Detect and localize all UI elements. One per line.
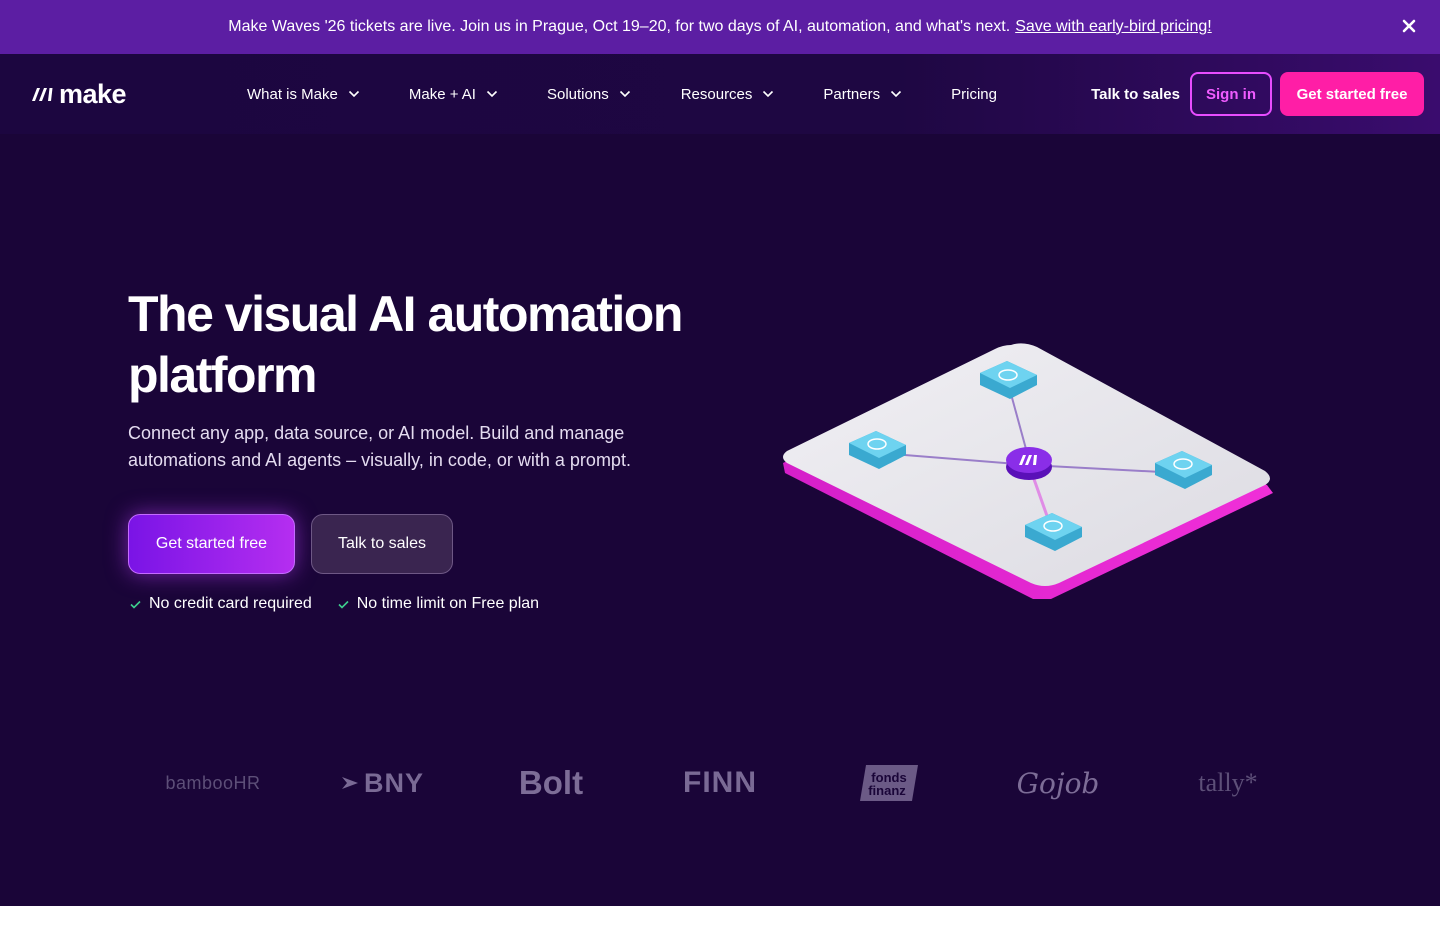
benefit-no-credit-card: No credit card required [130,595,312,613]
hero-subtitle-line-2: automations and AI agents – visually, in… [128,450,631,470]
chevron-down-icon [763,90,774,98]
bamboohr-logo: bambooHR [165,772,261,793]
nav-menu: What is Make Make + AI Solutions Resourc… [247,54,997,134]
nav-item-make-ai[interactable]: Make + AI [409,86,498,103]
make-node-icon [1006,447,1052,480]
fondsfinanz-badge-icon: fonds finanz [860,765,918,801]
nav-item-label: Pricing [951,85,997,103]
main-nav: make What is Make Make + AI Solutions Re… [0,54,1440,134]
talk-to-sales-link[interactable]: Talk to sales [1091,86,1180,103]
hero-subtitle-line-1: Connect any app, data source, or AI mode… [128,423,625,443]
page: Make Waves '26 tickets are live. Join us… [0,0,1440,906]
customer-logos: bambooHR BNY Bolt FINN fonds finanz Gojo… [0,748,1440,818]
hero-title-line-1: The visual AI automation [128,286,683,342]
get-started-free-button[interactable]: Get started free [128,514,295,574]
benefit-no-time-limit: No time limit on Free plan [338,595,539,613]
nav-item-label: Solutions [546,85,609,103]
nav-item-solutions[interactable]: Solutions [547,86,631,103]
chevron-down-icon [891,90,902,98]
nav-item-partners[interactable]: Partners [823,86,902,103]
gojob-logo: Gojob [1016,766,1100,800]
finn-logo: FINN [683,766,757,799]
check-icon [130,600,141,609]
hero-benefits: No credit card required No time limit on… [130,595,565,613]
check-icon [338,600,349,609]
make-logo-icon [32,88,53,101]
logo-wordmark: make [59,78,127,109]
tally-logo: tally* [1198,768,1258,797]
hero-title-line-2: platform [128,347,318,403]
bny-arrow-icon [341,777,358,789]
talk-to-sales-button[interactable]: Talk to sales [311,514,453,574]
nav-actions: Talk to sales Sign in Get started free [1091,72,1424,116]
hero-title: The visual AI automation platform [128,284,748,406]
fondsfinanz-line-2: finanz [868,783,906,798]
benefit-label: No credit card required [149,595,312,612]
banner-message: Make Waves '26 tickets are live. Join us… [228,18,1011,35]
nav-item-what-is-make[interactable]: What is Make [247,86,360,103]
bny-logo: BNY [334,748,430,818]
nav-item-label: Make + AI [408,85,476,103]
banner-early-bird-link[interactable]: Save with early-bird pricing! [1015,18,1212,36]
nav-item-label: What is Make [247,85,338,103]
make-logo[interactable]: make [30,78,127,109]
hero-subtitle: Connect any app, data source, or AI mode… [128,420,688,474]
nav-item-label: Partners [823,85,881,103]
nav-item-label: Resources [680,85,753,103]
chevron-down-icon [619,90,630,98]
fondsfinanz-logo: fonds finanz [858,748,920,818]
nav-item-resources[interactable]: Resources [681,86,775,103]
chevron-down-icon [486,90,498,98]
sign-in-button[interactable]: Sign in [1190,72,1272,116]
bny-wordmark: BNY [363,767,424,798]
get-started-free-nav-button[interactable]: Get started free [1280,72,1424,116]
announcement-banner: Make Waves '26 tickets are live. Join us… [0,0,1440,54]
benefit-label: No time limit on Free plan [356,595,540,612]
close-icon[interactable] [1398,15,1420,37]
bolt-logo: Bolt [518,764,584,801]
scenario-illustration [783,343,1273,599]
nav-item-pricing[interactable]: Pricing [951,86,997,103]
chevron-down-icon [348,90,359,98]
